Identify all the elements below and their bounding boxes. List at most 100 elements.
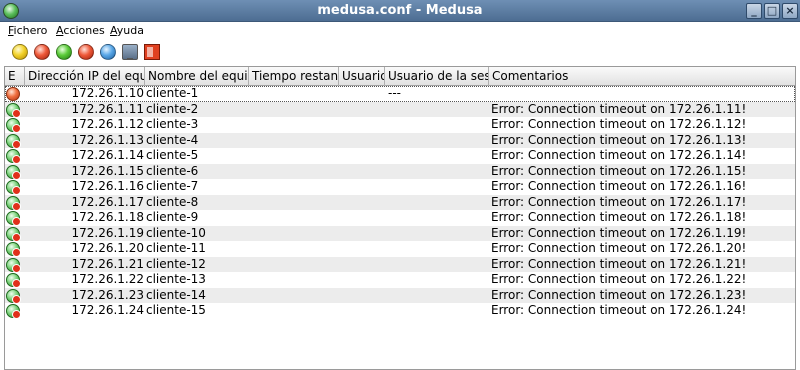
- toolbar: [0, 40, 800, 64]
- cell-ip: 172.26.1.23: [71, 287, 144, 302]
- cell-session: ---: [388, 86, 401, 100]
- error-status-icon: [6, 133, 21, 149]
- table-row[interactable]: 172.26.1.17 cliente-8 Error: Connection ti…: [5, 194, 795, 211]
- table-row[interactable]: 172.26.1.24 cliente-15 Error: Connection t…: [5, 303, 795, 319]
- error-status-icon: [6, 226, 21, 242]
- error-status-icon: [6, 288, 21, 304]
- maximize-button[interactable]: □: [764, 3, 780, 19]
- table-row[interactable]: 172.26.1.13 cliente-4 Error: Connection ti…: [5, 132, 795, 149]
- cell-ip: 172.26.1.21: [71, 256, 144, 271]
- column-header-ip[interactable]: Dirección IP del equ: [25, 67, 145, 86]
- cell-comment: Error: Connection timeout on 172.26.1.18…: [491, 210, 747, 224]
- column-header-user[interactable]: Usuario: [339, 67, 385, 86]
- table-row[interactable]: 172.26.1.18 cliente-9 Error: Connection ti…: [5, 210, 795, 226]
- table-row[interactable]: 172.26.1.23 cliente-14 Error: Connection t…: [5, 287, 795, 304]
- cell-ip: 172.26.1.12: [71, 117, 144, 131]
- cell-time: [252, 210, 339, 226]
- cell-session: [388, 133, 489, 149]
- cell-time: [252, 257, 339, 273]
- cell-ip: 172.26.1.14: [71, 148, 144, 162]
- menu-bar: Fichero Acciones Ayuda: [0, 22, 800, 40]
- cell-time: [252, 133, 339, 149]
- table-row[interactable]: 172.26.1.20 cliente-11 Error: Connection t…: [5, 241, 795, 257]
- cell-comment: Error: Connection timeout on 172.26.1.20…: [491, 241, 747, 255]
- menu-acciones[interactable]: Acciones: [56, 24, 105, 37]
- cell-user: [342, 117, 385, 133]
- cell-name: cliente-4: [146, 132, 199, 147]
- table-row[interactable]: 172.26.1.21 cliente-12 Error: Connection t…: [5, 256, 795, 273]
- cell-session: [388, 241, 489, 257]
- column-header-comments[interactable]: Comentarios: [489, 67, 795, 86]
- green-ball-icon[interactable]: [56, 44, 72, 60]
- table-row[interactable]: 172.26.1.11 cliente-2 Error: Connection ti…: [5, 101, 795, 118]
- cell-user: [342, 210, 385, 226]
- monitor-icon[interactable]: [122, 44, 138, 60]
- error-status-icon: [6, 102, 21, 118]
- table-row[interactable]: 172.26.1.16 cliente-7 Error: Connection ti…: [5, 179, 795, 195]
- cell-comment: Error: Connection timeout on 172.26.1.24…: [491, 303, 747, 317]
- red-ball-icon[interactable]: [34, 44, 50, 60]
- cell-session: [388, 257, 489, 273]
- cell-name: cliente-9: [146, 210, 199, 224]
- menu-fichero[interactable]: Fichero: [8, 24, 47, 37]
- table-row[interactable]: 172.26.1.10 cliente-1 ---: [5, 86, 795, 102]
- red-ball-icon[interactable]: [78, 44, 94, 60]
- exit-icon[interactable]: [144, 44, 160, 60]
- cell-session: [388, 226, 489, 242]
- cell-time: [252, 303, 339, 319]
- column-header-status[interactable]: E: [5, 67, 25, 86]
- cell-name: cliente-14: [146, 287, 206, 302]
- cell-name: cliente-2: [146, 101, 199, 116]
- cell-ip: 172.26.1.20: [71, 241, 144, 255]
- cell-session: [388, 272, 489, 288]
- cell-session: [388, 210, 489, 226]
- cell-comment: Error: Connection timeout on 172.26.1.19…: [491, 225, 747, 240]
- close-button[interactable]: ×: [782, 3, 798, 19]
- cell-session: [388, 102, 489, 118]
- cell-session: [388, 164, 489, 180]
- cell-comment: Error: Connection timeout on 172.26.1.21…: [491, 256, 747, 271]
- table-row[interactable]: 172.26.1.14 cliente-5 Error: Connection ti…: [5, 148, 795, 164]
- cell-name: cliente-3: [146, 117, 199, 131]
- cell-name: cliente-7: [146, 179, 199, 193]
- yellow-ball-icon[interactable]: [12, 44, 28, 60]
- cell-user: [342, 179, 385, 195]
- cell-name: cliente-6: [146, 163, 199, 178]
- cell-user: [342, 241, 385, 257]
- title-bar[interactable]: medusa.conf - Medusa _ □ ×: [0, 0, 800, 22]
- cell-time: [252, 195, 339, 211]
- cell-time: [252, 102, 339, 118]
- cell-user: [342, 102, 385, 118]
- cell-name: cliente-13: [146, 272, 206, 286]
- table-header: E Dirección IP del equ Nombre del equip …: [5, 67, 795, 86]
- minimize-button[interactable]: _: [746, 3, 762, 19]
- column-header-hostname[interactable]: Nombre del equip: [145, 67, 249, 86]
- cell-time: [252, 226, 339, 242]
- menu-ayuda[interactable]: Ayuda: [110, 24, 144, 37]
- clients-table[interactable]: E Dirección IP del equ Nombre del equip …: [4, 66, 796, 370]
- cell-user: [342, 195, 385, 211]
- cell-time: [252, 86, 339, 102]
- table-row[interactable]: 172.26.1.19 cliente-10 Error: Connection t…: [5, 225, 795, 242]
- cell-name: cliente-8: [146, 194, 199, 209]
- table-row[interactable]: 172.26.1.12 cliente-3 Error: Connection ti…: [5, 117, 795, 133]
- cell-comment: Error: Connection timeout on 172.26.1.14…: [491, 148, 747, 162]
- cell-comment: Error: Connection timeout on 172.26.1.16…: [491, 179, 747, 193]
- cell-ip: 172.26.1.18: [71, 210, 144, 224]
- column-header-time-left[interactable]: Tiempo restan: [249, 67, 339, 86]
- error-status-icon: [6, 149, 21, 164]
- error-status-icon: [6, 257, 21, 273]
- cell-name: cliente-12: [146, 256, 206, 271]
- table-row[interactable]: 172.26.1.15 cliente-6 Error: Connection ti…: [5, 163, 795, 180]
- error-status-icon: [6, 242, 21, 257]
- cell-ip: 172.26.1.10: [71, 86, 144, 100]
- error-status-icon: [6, 164, 21, 180]
- column-header-session-user[interactable]: Usuario de la ses: [385, 67, 489, 86]
- cell-name: cliente-1: [146, 86, 199, 100]
- error-status-icon: [6, 180, 21, 195]
- table-row[interactable]: 172.26.1.22 cliente-13 Error: Connection t…: [5, 272, 795, 288]
- blue-ball-icon[interactable]: [100, 44, 116, 60]
- cell-user: [342, 288, 385, 304]
- cell-user: [342, 133, 385, 149]
- cell-user: [342, 164, 385, 180]
